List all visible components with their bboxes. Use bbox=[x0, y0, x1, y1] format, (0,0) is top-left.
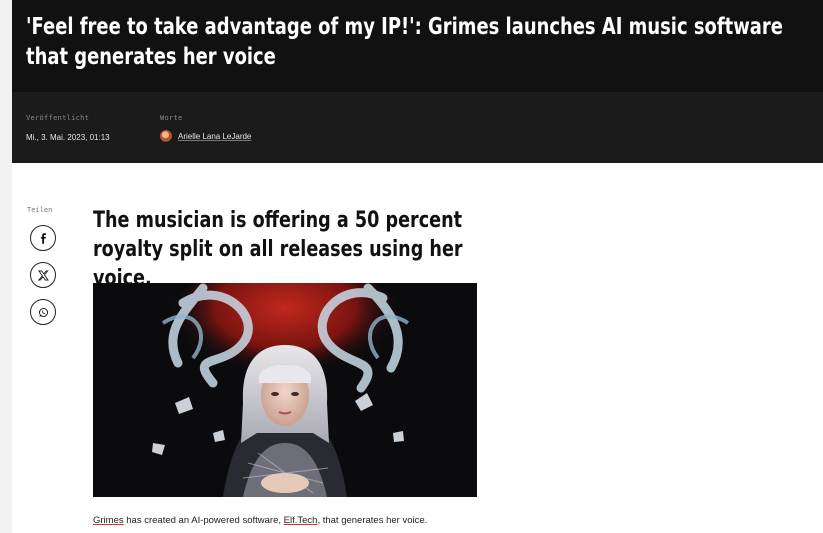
caption-text-2: , that generates her voice. bbox=[317, 515, 428, 526]
facebook-icon bbox=[40, 232, 46, 244]
page-left-gutter bbox=[0, 0, 12, 533]
published-label: Veröffentlicht bbox=[26, 114, 90, 122]
author-avatar bbox=[160, 130, 172, 142]
published-date: Mi., 3. Mai. 2023, 01:13 bbox=[26, 133, 110, 142]
whatsapp-icon bbox=[38, 307, 48, 317]
caption-text-1: has created an AI-powered software, bbox=[123, 515, 284, 526]
words-label: Worte bbox=[160, 114, 183, 122]
author-byline[interactable]: Arielle Lana LeJarde bbox=[160, 130, 251, 142]
grimes-link[interactable]: Grimes bbox=[93, 515, 124, 526]
elf-tech-link[interactable]: Elf.Tech bbox=[284, 515, 318, 526]
share-x-button[interactable] bbox=[30, 262, 56, 288]
article-headline: 'Feel free to take advantage of my IP!':… bbox=[26, 14, 783, 70]
grimes-portrait-illustration bbox=[93, 283, 477, 497]
article-meta: Veröffentlicht Mi., 3. Mai. 2023, 01:13 … bbox=[12, 92, 823, 163]
image-caption: Grimes has created an AI-powered softwar… bbox=[93, 515, 427, 526]
article-subheadline: The musician is offering a 50 percent ro… bbox=[93, 208, 463, 291]
headline-banner: 'Feel free to take advantage of my IP!':… bbox=[12, 0, 823, 92]
share-label: Teilen bbox=[27, 206, 53, 214]
x-icon bbox=[37, 270, 49, 280]
share-facebook-button[interactable] bbox=[30, 225, 56, 251]
share-whatsapp-button[interactable] bbox=[30, 299, 56, 325]
author-link[interactable]: Arielle Lana LeJarde bbox=[178, 132, 251, 141]
hero-image bbox=[93, 283, 477, 497]
